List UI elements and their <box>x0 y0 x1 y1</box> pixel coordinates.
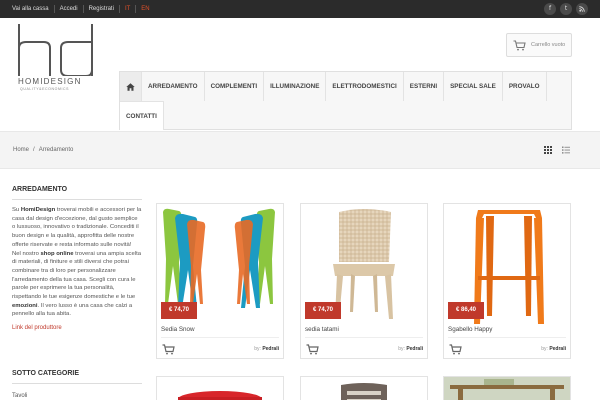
product-card[interactable]: € 74,70 Sedia Snow by: Pedrali <box>156 203 284 359</box>
desc-text: Su <box>12 207 21 213</box>
card-divider <box>305 337 423 338</box>
brand-by-label: by: <box>541 346 548 352</box>
sidebar-title: ARREDAMENTO <box>12 186 142 200</box>
product-card[interactable] <box>300 376 428 400</box>
logo-name: HOMIDESIGN <box>18 77 82 86</box>
breadcrumb-home[interactable]: Home <box>13 147 29 153</box>
brand-by-label: by: <box>398 346 405 352</box>
breadcrumb: Home / Arredamento <box>13 147 73 153</box>
login-link[interactable]: Accedi <box>53 5 83 13</box>
nav-home[interactable] <box>120 72 142 101</box>
breadcrumb-band: Home / Arredamento <box>0 131 600 169</box>
nav-complementi[interactable]: COMPLEMENTI <box>205 72 265 101</box>
nav-illuminazione[interactable]: ILLUMINAZIONE <box>264 72 327 101</box>
product-card[interactable] <box>443 376 571 400</box>
logo-tagline: QUALITY&ECONOMICS <box>20 87 70 91</box>
product-image[interactable] <box>157 377 283 400</box>
desc-emotions: emozioni <box>12 302 38 309</box>
nav-esterni[interactable]: ESTERNI <box>404 72 445 101</box>
product-card[interactable] <box>156 376 284 400</box>
price-badge: € 74,70 <box>305 302 341 319</box>
site-logo[interactable]: HOMIDESIGN QUALITY&ECONOMICS <box>16 24 96 92</box>
brand-by-label: by: <box>254 346 261 352</box>
facebook-icon[interactable]: f <box>544 3 556 15</box>
card-divider <box>448 337 566 338</box>
register-link[interactable]: Registrati <box>82 5 119 13</box>
desc-text: troverai una ampia scelta di materiali, … <box>12 250 141 301</box>
rss-icon[interactable] <box>576 3 588 15</box>
twitter-icon[interactable]: t <box>560 3 572 15</box>
product-name[interactable]: sedia tatami <box>305 326 339 333</box>
grid-view-icon[interactable] <box>544 146 552 154</box>
desc-text: troverai mobili e accessori per la casa … <box>12 207 142 248</box>
price-badge: € 74,70 <box>161 302 197 319</box>
nav-elettrodomestici[interactable]: ELETTRODOMESTICI <box>326 72 404 101</box>
product-card[interactable]: € 74,70 sedia tatami by: Pedrali <box>300 203 428 359</box>
manufacturer-link[interactable]: Link del produttore <box>12 325 142 331</box>
cart-button[interactable]: Carrello vuoto <box>506 33 572 57</box>
desc-shop: shop online <box>40 250 74 257</box>
main-nav: ARREDAMENTO COMPLEMENTI ILLUMINAZIONE EL… <box>119 71 572 130</box>
product-brand: by: Pedrali <box>254 346 279 352</box>
logo-mark <box>18 24 93 77</box>
checkout-link[interactable]: Vai alla cassa <box>12 5 54 13</box>
card-divider <box>161 337 279 338</box>
desc-text: Nel nostro <box>12 250 41 257</box>
breadcrumb-current: Arredamento <box>38 147 74 153</box>
breadcrumb-separator: / <box>33 147 35 153</box>
add-to-cart-icon[interactable] <box>162 344 175 355</box>
nav-provalo[interactable]: PROVALO <box>503 72 547 101</box>
product-image[interactable] <box>301 377 427 400</box>
home-icon <box>126 82 135 91</box>
top-links: Vai alla cassa Accedi Registrati IT EN <box>12 0 155 18</box>
product-image[interactable] <box>444 377 570 400</box>
lang-en-link[interactable]: EN <box>135 5 154 13</box>
top-bar: Vai alla cassa Accedi Registrati IT EN f… <box>0 0 600 18</box>
product-card[interactable]: € 86,40 Sgabello Happy by: Pedrali <box>443 203 571 359</box>
view-toggle <box>544 146 570 154</box>
nav-contatti[interactable]: CONTATTI <box>120 101 164 130</box>
price-badge: € 86,40 <box>448 302 484 319</box>
category-description: Su HomiDesign troverai mobili e accessor… <box>12 206 142 319</box>
brand-name[interactable]: Pedrali <box>262 346 279 352</box>
product-brand: by: Pedrali <box>398 346 423 352</box>
product-brand: by: Pedrali <box>541 346 566 352</box>
product-name[interactable]: Sgabello Happy <box>448 326 492 333</box>
nav-arredamento[interactable]: ARREDAMENTO <box>142 72 205 101</box>
cart-label: Carrello vuoto <box>531 42 566 48</box>
subcategory-item[interactable]: Tavoli <box>12 393 27 399</box>
nav-special-sale[interactable]: SPECIAL SALE <box>444 72 503 101</box>
sidebar: ARREDAMENTO Su HomiDesign troverai mobil… <box>12 186 142 399</box>
lang-it-link[interactable]: IT <box>118 5 135 13</box>
brand-name[interactable]: Pedrali <box>549 346 566 352</box>
add-to-cart-icon[interactable] <box>449 344 462 355</box>
desc-brand: HomiDesign <box>20 207 56 213</box>
cart-icon <box>513 39 526 50</box>
brand-name[interactable]: Pedrali <box>406 346 423 352</box>
subcategories-title: SOTTO CATEGORIE <box>12 370 142 384</box>
add-to-cart-icon[interactable] <box>306 344 319 355</box>
list-view-icon[interactable] <box>562 146 570 154</box>
social-links: f t <box>544 3 588 15</box>
product-name[interactable]: Sedia Snow <box>161 326 195 333</box>
